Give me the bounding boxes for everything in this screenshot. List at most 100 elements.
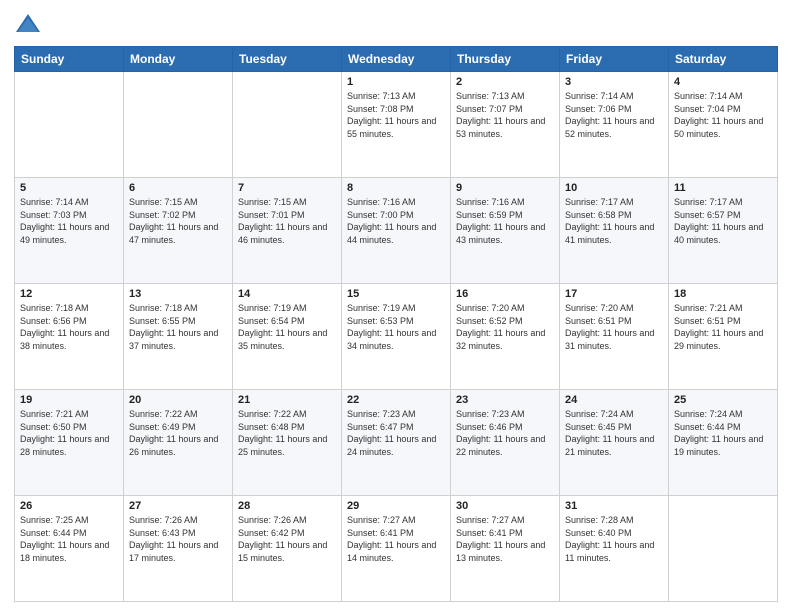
day-number: 31 bbox=[565, 500, 663, 512]
calendar-day-7: 7 Sunrise: 7:15 AMSunset: 7:01 PMDaylight… bbox=[233, 178, 342, 284]
day-info: Sunrise: 7:16 AMSunset: 6:59 PMDaylight:… bbox=[456, 196, 554, 246]
calendar-empty-cell bbox=[233, 72, 342, 178]
day-info: Sunrise: 7:22 AMSunset: 6:49 PMDaylight:… bbox=[129, 408, 227, 458]
day-number: 29 bbox=[347, 500, 445, 512]
day-number: 13 bbox=[129, 288, 227, 300]
calendar-week-row: 19 Sunrise: 7:21 AMSunset: 6:50 PMDayligh… bbox=[15, 390, 778, 496]
calendar-day-17: 17Sunrise: 7:20 AMSunset: 6:51 PMDayligh… bbox=[560, 284, 669, 390]
day-info: Sunrise: 7:27 AMSunset: 6:41 PMDaylight:… bbox=[456, 514, 554, 564]
calendar-day-29: 29 Sunrise: 7:27 AMSunset: 6:41 PMDayligh… bbox=[342, 496, 451, 602]
day-info: Sunrise: 7:16 AMSunset: 7:00 PMDaylight:… bbox=[347, 196, 445, 246]
day-info: Sunrise: 7:24 AMSunset: 6:44 PMDaylight:… bbox=[674, 408, 772, 458]
calendar-header-row: SundayMondayTuesdayWednesdayThursdayFrid… bbox=[15, 47, 778, 72]
day-info: Sunrise: 7:15 AMSunset: 7:01 PMDaylight:… bbox=[238, 196, 336, 246]
page: SundayMondayTuesdayWednesdayThursdayFrid… bbox=[0, 0, 792, 612]
calendar-week-row: 12 Sunrise: 7:18 AMSunset: 6:56 PMDayligh… bbox=[15, 284, 778, 390]
day-info: Sunrise: 7:17 AMSunset: 6:58 PMDaylight:… bbox=[565, 196, 663, 246]
day-info: Sunrise: 7:14 AMSunset: 7:04 PMDaylight:… bbox=[674, 90, 772, 140]
calendar-day-20: 20 Sunrise: 7:22 AMSunset: 6:49 PMDayligh… bbox=[124, 390, 233, 496]
calendar-day-15: 15Sunrise: 7:19 AMSunset: 6:53 PMDayligh… bbox=[342, 284, 451, 390]
calendar-empty-cell bbox=[15, 72, 124, 178]
calendar-day-22: 22 Sunrise: 7:23 AMSunset: 6:47 PMDayligh… bbox=[342, 390, 451, 496]
day-number: 18 bbox=[674, 288, 772, 300]
day-number: 23 bbox=[456, 394, 554, 406]
day-info: Sunrise: 7:23 AMSunset: 6:46 PMDaylight:… bbox=[456, 408, 554, 458]
calendar-empty-cell bbox=[124, 72, 233, 178]
day-info: Sunrise: 7:26 AMSunset: 6:43 PMDaylight:… bbox=[129, 514, 227, 564]
calendar-day-4: 4 Sunrise: 7:14 AMSunset: 7:04 PMDaylight… bbox=[669, 72, 778, 178]
day-number: 1 bbox=[347, 76, 445, 88]
day-info: Sunrise: 7:13 AMSunset: 7:08 PMDaylight:… bbox=[347, 90, 445, 140]
day-number: 16 bbox=[456, 288, 554, 300]
day-number: 7 bbox=[238, 182, 336, 194]
calendar-day-9: 9 Sunrise: 7:16 AMSunset: 6:59 PMDaylight… bbox=[451, 178, 560, 284]
calendar-week-row: 26 Sunrise: 7:25 AMSunset: 6:44 PMDayligh… bbox=[15, 496, 778, 602]
logo-icon bbox=[14, 10, 42, 38]
day-number: 27 bbox=[129, 500, 227, 512]
header bbox=[14, 10, 778, 38]
day-number: 11 bbox=[674, 182, 772, 194]
day-number: 4 bbox=[674, 76, 772, 88]
day-info: Sunrise: 7:24 AMSunset: 6:45 PMDaylight:… bbox=[565, 408, 663, 458]
calendar-day-16: 16 Sunrise: 7:20 AMSunset: 6:52 PMDayligh… bbox=[451, 284, 560, 390]
calendar-day-27: 27 Sunrise: 7:26 AMSunset: 6:43 PMDayligh… bbox=[124, 496, 233, 602]
day-info: Sunrise: 7:18 AMSunset: 6:56 PMDaylight:… bbox=[20, 302, 118, 352]
calendar-header-wednesday: Wednesday bbox=[342, 47, 451, 72]
calendar-day-26: 26 Sunrise: 7:25 AMSunset: 6:44 PMDayligh… bbox=[15, 496, 124, 602]
day-number: 12 bbox=[20, 288, 118, 300]
day-number: 3 bbox=[565, 76, 663, 88]
day-number: 19 bbox=[20, 394, 118, 406]
day-number: 24 bbox=[565, 394, 663, 406]
day-number: 17 bbox=[565, 288, 663, 300]
calendar-day-19: 19 Sunrise: 7:21 AMSunset: 6:50 PMDayligh… bbox=[15, 390, 124, 496]
day-info: Sunrise: 7:20 AMSunset: 6:52 PMDaylight:… bbox=[456, 302, 554, 352]
calendar-day-28: 28 Sunrise: 7:26 AMSunset: 6:42 PMDayligh… bbox=[233, 496, 342, 602]
calendar-day-30: 30 Sunrise: 7:27 AMSunset: 6:41 PMDayligh… bbox=[451, 496, 560, 602]
calendar-day-11: 11Sunrise: 7:17 AMSunset: 6:57 PMDayligh… bbox=[669, 178, 778, 284]
day-info: Sunrise: 7:27 AMSunset: 6:41 PMDaylight:… bbox=[347, 514, 445, 564]
day-info: Sunrise: 7:21 AMSunset: 6:50 PMDaylight:… bbox=[20, 408, 118, 458]
day-number: 14 bbox=[238, 288, 336, 300]
day-info: Sunrise: 7:21 AMSunset: 6:51 PMDaylight:… bbox=[674, 302, 772, 352]
day-number: 26 bbox=[20, 500, 118, 512]
day-number: 25 bbox=[674, 394, 772, 406]
day-number: 6 bbox=[129, 182, 227, 194]
day-info: Sunrise: 7:14 AMSunset: 7:06 PMDaylight:… bbox=[565, 90, 663, 140]
day-number: 28 bbox=[238, 500, 336, 512]
calendar-day-10: 10 Sunrise: 7:17 AMSunset: 6:58 PMDayligh… bbox=[560, 178, 669, 284]
calendar-header-friday: Friday bbox=[560, 47, 669, 72]
calendar-day-13: 13 Sunrise: 7:18 AMSunset: 6:55 PMDayligh… bbox=[124, 284, 233, 390]
calendar-day-3: 3 Sunrise: 7:14 AMSunset: 7:06 PMDaylight… bbox=[560, 72, 669, 178]
day-number: 8 bbox=[347, 182, 445, 194]
calendar-day-23: 23 Sunrise: 7:23 AMSunset: 6:46 PMDayligh… bbox=[451, 390, 560, 496]
day-number: 5 bbox=[20, 182, 118, 194]
day-number: 22 bbox=[347, 394, 445, 406]
calendar-header-thursday: Thursday bbox=[451, 47, 560, 72]
day-info: Sunrise: 7:19 AMSunset: 6:54 PMDaylight:… bbox=[238, 302, 336, 352]
day-number: 20 bbox=[129, 394, 227, 406]
calendar-day-2: 2Sunrise: 7:13 AMSunset: 7:07 PMDaylight… bbox=[451, 72, 560, 178]
day-number: 15 bbox=[347, 288, 445, 300]
calendar-day-25: 25 Sunrise: 7:24 AMSunset: 6:44 PMDayligh… bbox=[669, 390, 778, 496]
day-info: Sunrise: 7:25 AMSunset: 6:44 PMDaylight:… bbox=[20, 514, 118, 564]
calendar-day-21: 21Sunrise: 7:22 AMSunset: 6:48 PMDayligh… bbox=[233, 390, 342, 496]
day-number: 9 bbox=[456, 182, 554, 194]
day-number: 10 bbox=[565, 182, 663, 194]
day-info: Sunrise: 7:18 AMSunset: 6:55 PMDaylight:… bbox=[129, 302, 227, 352]
day-info: Sunrise: 7:23 AMSunset: 6:47 PMDaylight:… bbox=[347, 408, 445, 458]
day-number: 30 bbox=[456, 500, 554, 512]
calendar-week-row: 5 Sunrise: 7:14 AMSunset: 7:03 PMDaylight… bbox=[15, 178, 778, 284]
day-info: Sunrise: 7:14 AMSunset: 7:03 PMDaylight:… bbox=[20, 196, 118, 246]
day-info: Sunrise: 7:15 AMSunset: 7:02 PMDaylight:… bbox=[129, 196, 227, 246]
day-info: Sunrise: 7:22 AMSunset: 6:48 PMDaylight:… bbox=[238, 408, 336, 458]
calendar-header-monday: Monday bbox=[124, 47, 233, 72]
calendar-header-saturday: Saturday bbox=[669, 47, 778, 72]
day-info: Sunrise: 7:26 AMSunset: 6:42 PMDaylight:… bbox=[238, 514, 336, 564]
calendar-day-14: 14 Sunrise: 7:19 AMSunset: 6:54 PMDayligh… bbox=[233, 284, 342, 390]
calendar-day-24: 24 Sunrise: 7:24 AMSunset: 6:45 PMDayligh… bbox=[560, 390, 669, 496]
calendar-table: SundayMondayTuesdayWednesdayThursdayFrid… bbox=[14, 46, 778, 602]
calendar-day-31: 31Sunrise: 7:28 AMSunset: 6:40 PMDayligh… bbox=[560, 496, 669, 602]
calendar-day-12: 12 Sunrise: 7:18 AMSunset: 6:56 PMDayligh… bbox=[15, 284, 124, 390]
calendar-day-5: 5 Sunrise: 7:14 AMSunset: 7:03 PMDaylight… bbox=[15, 178, 124, 284]
calendar-header-sunday: Sunday bbox=[15, 47, 124, 72]
